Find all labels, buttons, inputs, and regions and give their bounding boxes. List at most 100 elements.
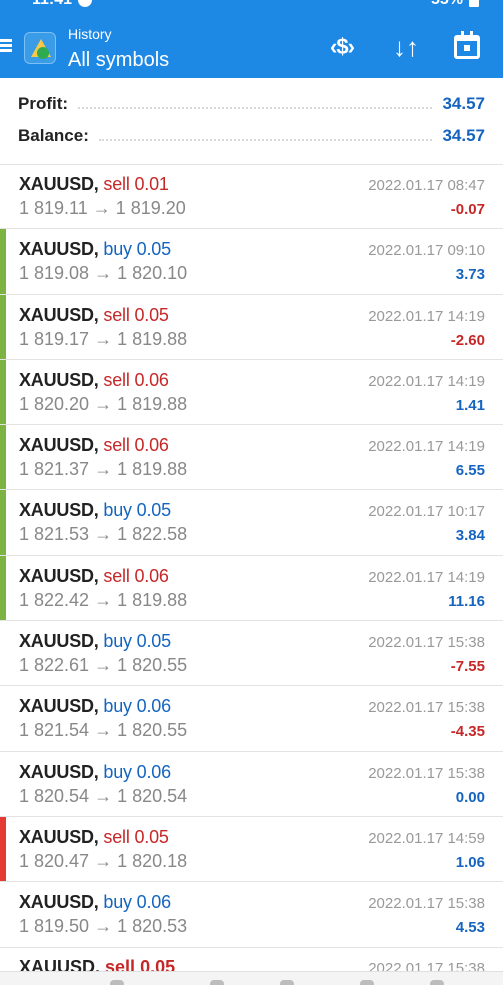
symbol-text: XAUUSD,	[19, 500, 99, 521]
symbol-filter-title[interactable]: All symbols	[68, 49, 169, 72]
symbol-text: XAUUSD,	[19, 696, 99, 717]
trade-prices: 1 819.08 → 1 820.10	[19, 263, 188, 284]
trade-time: 2022.01.17 14:19	[368, 568, 485, 586]
sort-icon[interactable]: ↓↑	[388, 32, 424, 62]
volume-text: 0.06	[136, 761, 171, 782]
trade-row[interactable]: XAUUSD, buy 0.05 1 819.08 → 1 820.10 2022.…	[0, 229, 503, 295]
trade-marker	[0, 490, 6, 555]
volume-text: 0.06	[136, 696, 171, 717]
status-bar: 11:41 55%	[0, 0, 503, 14]
bottom-navigation	[0, 971, 503, 985]
trade-prices: 1 820.20 → 1 819.88	[19, 393, 188, 414]
trade-list: XAUUSD, sell 0.01 1 819.11 → 1 819.20 2022…	[0, 164, 503, 948]
trade-row[interactable]: XAUUSD, sell 0.05 1 819.17 → 1 819.88 2022…	[0, 294, 503, 360]
trade-row[interactable]: XAUUSD, buy 0.06 1 819.50 → 1 820.53 2022.…	[0, 882, 503, 948]
trade-marker	[0, 686, 6, 750]
trade-prices: 1 820.47 → 1 820.18	[19, 850, 188, 871]
symbol-text: XAUUSD,	[19, 369, 99, 390]
trade-row[interactable]: XAUUSD, buy 0.05 1 821.53 → 1 822.58 2022.…	[0, 490, 503, 556]
side-text: buy	[103, 500, 132, 521]
profit-label: Profit:	[18, 94, 69, 113]
nav-tab-history-icon[interactable]	[360, 980, 374, 985]
trade-prices: 1 819.11 → 1 819.20	[19, 198, 186, 218]
balance-value: 34.57	[442, 126, 485, 145]
symbol-text: XAUUSD,	[19, 631, 99, 652]
volume-text: 0.06	[134, 435, 169, 456]
trade-profit: -4.35	[450, 723, 485, 741]
nav-tab-chart-icon[interactable]	[210, 980, 224, 985]
trade-time: 2022.01.17 15:38	[368, 634, 485, 652]
trade-symbol: XAUUSD, buy 0.06	[19, 696, 171, 717]
trade-time: 2022.01.17 14:19	[368, 438, 485, 456]
nav-tab-quotes-icon[interactable]	[110, 980, 124, 985]
calendar-icon[interactable]	[452, 31, 482, 60]
trade-symbol: XAUUSD, sell 0.06	[19, 370, 169, 391]
trade-row-partial[interactable]: XAUUSD, sell 0.05 2022.01.17 15:38	[0, 947, 503, 971]
trade-prices: 1 822.42 → 1 819.88	[19, 589, 188, 610]
symbol-text: XAUUSD,	[19, 304, 99, 325]
trade-marker	[0, 359, 6, 425]
battery-icon	[469, 0, 479, 7]
nav-tab-settings-icon[interactable]	[430, 980, 444, 985]
menu-icon[interactable]	[0, 39, 12, 53]
nav-tab-trade-icon[interactable]	[280, 980, 294, 985]
trade-symbol: XAUUSD, sell 0.05	[19, 827, 169, 848]
trade-side: buy 0.06	[103, 892, 171, 913]
side-text: buy	[103, 696, 132, 717]
volume-text: 0.05	[140, 957, 176, 971]
currency-switch-icon[interactable]: ‹$›	[324, 34, 360, 60]
notification-icon	[78, 0, 93, 7]
trade-marker	[0, 752, 6, 816]
trade-symbol: XAUUSD, sell 0.06	[19, 435, 169, 456]
trade-marker	[0, 164, 6, 228]
trade-time: 2022.01.17 10:17	[368, 503, 485, 521]
symbol-text: XAUUSD,	[19, 435, 99, 456]
symbol-text: XAUUSD,	[19, 826, 99, 847]
side-text: sell	[103, 174, 130, 194]
trade-prices: 1 821.54 → 1 820.55	[19, 720, 188, 741]
balance-row: Balance: 34.57	[18, 123, 485, 149]
volume-text: 0.06	[134, 565, 169, 586]
symbol-text: XAUUSD,	[19, 761, 99, 782]
trade-symbol: XAUUSD, buy 0.05	[19, 239, 171, 260]
trade-prices: 1 822.61 → 1 820.55	[19, 655, 188, 676]
trade-marker	[0, 425, 6, 490]
profit-row: Profit: 34.57	[18, 91, 485, 117]
trade-row[interactable]: XAUUSD, buy 0.06 1 821.54 → 1 820.55 2022.…	[0, 686, 503, 752]
trade-row[interactable]: XAUUSD, sell 0.06 1 822.42 → 1 819.88 2022…	[0, 555, 503, 622]
trade-profit: 6.55	[455, 462, 485, 480]
symbol-text: XAUUSD,	[19, 892, 99, 913]
trade-side: sell 0.06	[103, 435, 168, 455]
trade-row[interactable]: XAUUSD, sell 0.06 1 820.20 → 1 819.88 2022…	[0, 359, 503, 426]
trade-time: 2022.01.17 08:47	[368, 177, 485, 194]
trade-symbol: XAUUSD, sell 0.05	[19, 305, 169, 326]
symbol-text: XAUUSD,	[19, 565, 99, 586]
trade-symbol: XAUUSD, sell 0.05	[19, 957, 175, 971]
trade-row[interactable]: XAUUSD, buy 0.06 1 820.54 → 1 820.54 2022.…	[0, 752, 503, 817]
side-text: buy	[103, 239, 132, 260]
trade-side: sell 0.05	[103, 827, 168, 847]
status-time: 11:41	[32, 0, 72, 9]
side-text: buy	[103, 761, 132, 782]
trade-row[interactable]: XAUUSD, sell 0.06 1 821.37 → 1 819.88 2022…	[0, 425, 503, 491]
dotted-leader	[78, 99, 433, 109]
screen-subtitle: History	[68, 26, 112, 42]
trade-marker	[0, 229, 6, 294]
app-logo-icon[interactable]	[24, 32, 56, 64]
side-text: buy	[103, 892, 132, 913]
trade-row[interactable]: XAUUSD, buy 0.05 1 822.61 → 1 820.55 2022.…	[0, 621, 503, 687]
trade-symbol: XAUUSD, buy 0.05	[19, 631, 171, 652]
trade-symbol: XAUUSD, buy 0.06	[19, 762, 171, 783]
side-text: sell	[103, 565, 130, 586]
volume-text: 0.06	[134, 369, 169, 390]
balance-label: Balance:	[18, 126, 89, 145]
app-bar: History All symbols ‹$› ↓↑	[0, 14, 503, 78]
summary-panel: Profit: 34.57 Balance: 34.57	[0, 78, 503, 164]
volume-text: 0.05	[136, 500, 171, 521]
symbol-text: XAUUSD,	[19, 957, 101, 971]
profit-value: 34.57	[442, 94, 485, 113]
trade-side: sell 0.06	[103, 370, 168, 390]
trade-marker	[0, 816, 6, 882]
trade-row[interactable]: XAUUSD, sell 0.05 1 820.47 → 1 820.18 2022…	[0, 816, 503, 883]
trade-row[interactable]: XAUUSD, sell 0.01 1 819.11 → 1 819.20 2022…	[0, 164, 503, 230]
